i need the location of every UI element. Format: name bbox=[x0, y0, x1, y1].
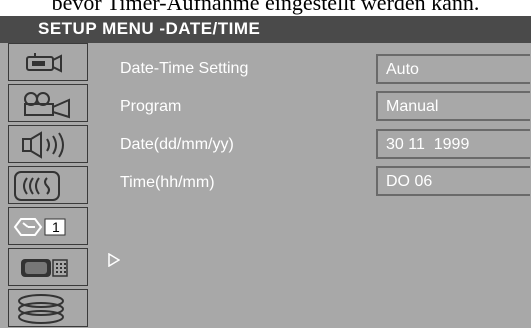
sidebar-item-date-time[interactable]: 1 bbox=[8, 207, 88, 245]
sidebar-item-display[interactable] bbox=[8, 248, 88, 286]
time-field[interactable]: DO 06 bbox=[376, 166, 530, 196]
setup-menu-panel: SETUP MENU -DATE/TIME 1 Date-Time Settin… bbox=[0, 16, 531, 328]
sidebar: 1 bbox=[8, 43, 88, 328]
label-date-time-setting: Date-Time Setting bbox=[120, 60, 249, 77]
date-field[interactable]: 30 11 1999 bbox=[376, 129, 530, 159]
clock-icon bbox=[13, 218, 66, 236]
film-camera-icon bbox=[24, 92, 70, 119]
title-bar: SETUP MENU -DATE/TIME bbox=[0, 16, 531, 43]
label-date: Date(dd/mm/yy) bbox=[120, 136, 234, 153]
sidebar-item-film-camera[interactable] bbox=[8, 84, 88, 122]
camcorder-icon bbox=[26, 53, 62, 73]
selection-pointer-icon bbox=[108, 253, 120, 267]
caption-text: bevor Timer-Aufnahme eingestellt werden … bbox=[51, 0, 480, 15]
sidebar-item-disc[interactable] bbox=[8, 289, 88, 327]
radio-wave-icon bbox=[14, 171, 60, 201]
speaker-icon bbox=[22, 131, 64, 159]
disc-stack-icon bbox=[18, 294, 64, 324]
selected-item-number: 1 bbox=[52, 219, 60, 235]
menu-title: SETUP MENU -DATE/TIME bbox=[38, 19, 261, 38]
tv-icon bbox=[21, 259, 68, 277]
date-time-setting-field[interactable]: Auto bbox=[376, 54, 530, 84]
label-time: Time(hh/mm) bbox=[120, 174, 215, 191]
sidebar-item-radio[interactable] bbox=[8, 166, 88, 204]
sidebar-item-camcorder[interactable] bbox=[8, 43, 88, 81]
label-program: Program bbox=[120, 98, 182, 115]
program-field[interactable]: Manual bbox=[376, 91, 530, 121]
sidebar-item-audio[interactable] bbox=[8, 125, 88, 163]
